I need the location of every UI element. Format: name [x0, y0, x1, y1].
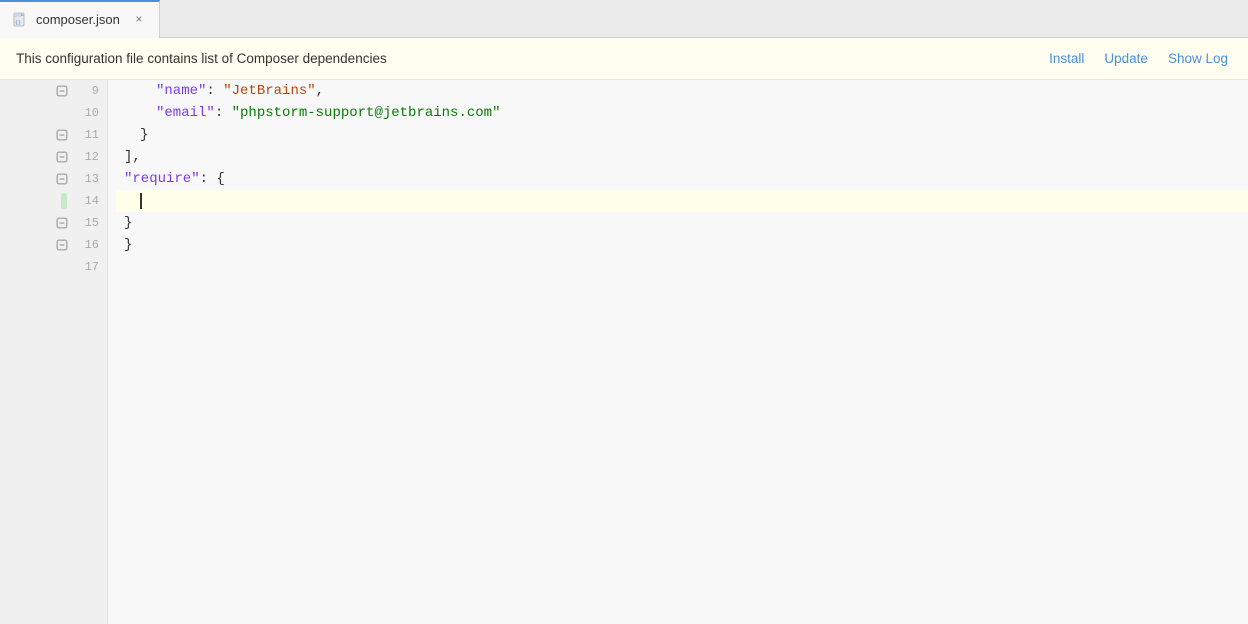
- gutter-row-15: 15: [0, 212, 107, 234]
- gutter-row-17: 17: [0, 256, 107, 278]
- gutter-row-13: 13: [0, 168, 107, 190]
- gutter-row-10: 10: [0, 102, 107, 124]
- email-val: "phpstorm-support@jetbrains.com": [232, 105, 501, 121]
- gutter-row-9: 9: [0, 80, 107, 102]
- tab-label: composer.json: [36, 12, 120, 27]
- line-number-11: 11: [75, 128, 99, 142]
- code-line-10: "email": "phpstorm-support@jetbrains.com…: [116, 102, 1248, 124]
- fold-icon-12[interactable]: [55, 150, 69, 164]
- line-number-15: 15: [75, 216, 99, 230]
- line-number-9: 9: [75, 84, 99, 98]
- tab-bar: {} composer.json ×: [0, 0, 1248, 38]
- fold-icon-15[interactable]: [55, 216, 69, 230]
- editor-area: 9 10 11 12 13 14: [0, 80, 1248, 624]
- code-line-15: }: [116, 212, 1248, 234]
- gutter-row-16: 16: [0, 234, 107, 256]
- gutter-row-11: 11: [0, 124, 107, 146]
- info-bar: This configuration file contains list of…: [0, 38, 1248, 80]
- code-line-17: [116, 256, 1248, 278]
- line-number-10: 10: [75, 106, 99, 120]
- gutter-row-14: 14: [0, 190, 107, 212]
- fold-icon-16[interactable]: [55, 238, 69, 252]
- line-number-17: 17: [75, 260, 99, 274]
- name-key: "name": [156, 83, 206, 99]
- require-key: "require": [124, 171, 200, 187]
- code-line-11: }: [116, 124, 1248, 146]
- fold-icon-13[interactable]: [55, 172, 69, 186]
- code-area[interactable]: "name": "JetBrains", "email": "phpstorm-…: [108, 80, 1248, 624]
- tab-close-button[interactable]: ×: [131, 12, 147, 28]
- code-line-12: ],: [116, 146, 1248, 168]
- line-number-16: 16: [75, 238, 99, 252]
- update-button[interactable]: Update: [1100, 49, 1152, 68]
- gutter-row-12: 12: [0, 146, 107, 168]
- email-key: "email": [156, 105, 215, 121]
- line-number-12: 12: [75, 150, 99, 164]
- show-log-button[interactable]: Show Log: [1164, 49, 1232, 68]
- gutter: 9 10 11 12 13 14: [0, 80, 108, 624]
- code-line-16: }: [116, 234, 1248, 256]
- code-line-9: "name": "JetBrains",: [116, 80, 1248, 102]
- svg-text:{}: {}: [15, 20, 21, 26]
- json-file-icon: {}: [12, 12, 28, 28]
- code-line-14: [116, 190, 1248, 212]
- name-val: "JetBrains": [223, 83, 315, 99]
- text-cursor: [140, 193, 142, 209]
- code-line-13: "require": {: [116, 168, 1248, 190]
- composer-json-tab[interactable]: {} composer.json ×: [0, 0, 160, 38]
- current-line-marker: [61, 193, 67, 209]
- fold-icon-11[interactable]: [55, 128, 69, 142]
- install-button[interactable]: Install: [1045, 49, 1088, 68]
- line-number-13: 13: [75, 172, 99, 186]
- fold-icon-9[interactable]: [55, 84, 69, 98]
- info-text: This configuration file contains list of…: [16, 51, 1033, 66]
- line-number-14: 14: [75, 194, 99, 208]
